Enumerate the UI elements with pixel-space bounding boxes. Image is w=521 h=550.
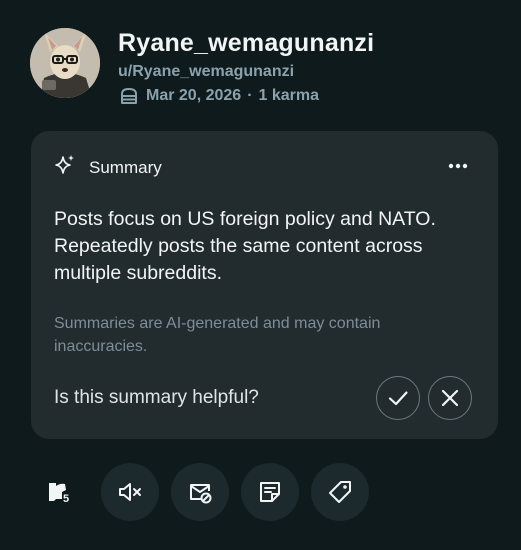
mute-icon bbox=[119, 483, 141, 501]
profile-meta: Mar 20, 2026 · 1 karma bbox=[118, 85, 319, 107]
summary-card: Summary Posts focus on US foreign policy… bbox=[31, 131, 498, 439]
summary-header: Summary bbox=[53, 153, 162, 182]
feedback-prompt: Is this summary helpful? bbox=[54, 387, 259, 408]
profile-handle: u/Ryane_wemagunanzi bbox=[118, 63, 295, 80]
mute-button[interactable] bbox=[101, 463, 159, 521]
cake-day-date: Mar 20, 2026 bbox=[146, 87, 242, 104]
karma-count: 1 karma bbox=[258, 87, 320, 104]
close-icon bbox=[441, 389, 459, 407]
summary-disclaimer: Summaries are AI-generated and may conta… bbox=[54, 315, 381, 355]
note-icon bbox=[260, 482, 280, 502]
avatar[interactable] bbox=[30, 28, 100, 98]
profile-username: Ryane_wemagunanzi bbox=[118, 29, 375, 57]
message-block-icon bbox=[190, 484, 212, 504]
badge-button[interactable]: 5 bbox=[31, 463, 89, 521]
tag-icon bbox=[329, 481, 351, 503]
badge-count: 5 bbox=[63, 493, 70, 505]
helpful-yes-button[interactable] bbox=[376, 376, 420, 420]
block-messages-button[interactable] bbox=[171, 463, 229, 521]
add-tag-button[interactable] bbox=[311, 463, 369, 521]
sparkle-icon bbox=[53, 153, 77, 182]
summary-text: Posts focus on US foreign policy and NAT… bbox=[54, 208, 436, 284]
summary-title: Summary bbox=[89, 157, 162, 177]
profile-actions: 5 bbox=[0, 463, 521, 523]
dog-avatar-image bbox=[30, 28, 100, 98]
more-options-icon[interactable] bbox=[448, 156, 468, 174]
cake-icon bbox=[118, 85, 140, 107]
badge-icon bbox=[49, 483, 66, 501]
meta-separator: · bbox=[247, 87, 253, 104]
helpful-no-button[interactable] bbox=[428, 376, 472, 420]
checkmark-icon bbox=[388, 391, 408, 406]
add-note-button[interactable] bbox=[241, 463, 299, 521]
